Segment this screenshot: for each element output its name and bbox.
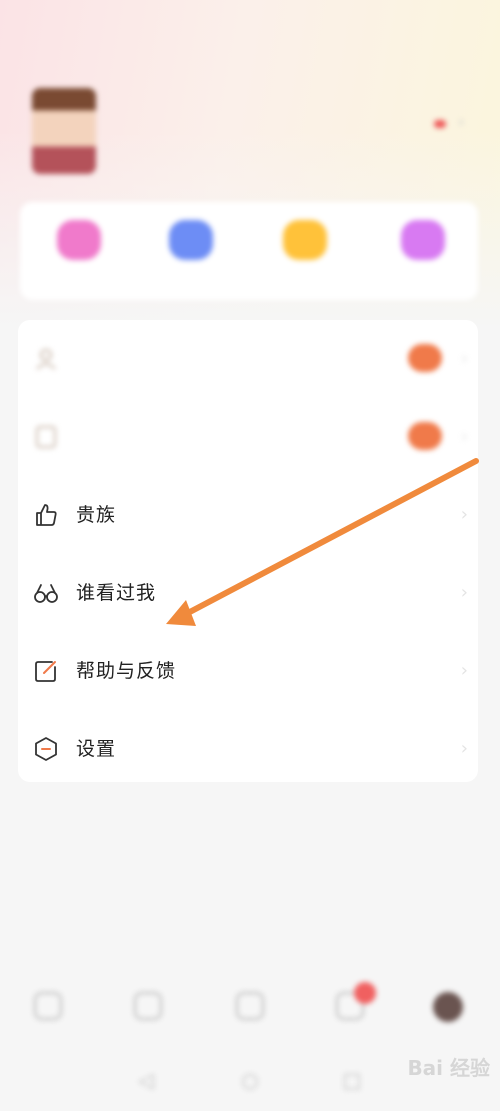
menu-item-nobility[interactable]: 贵族 › — [18, 476, 478, 554]
quick-action-3[interactable] — [270, 220, 340, 266]
menu-item-2[interactable]: › — [18, 398, 478, 476]
thumb-up-icon — [36, 504, 57, 526]
avatar[interactable] — [32, 88, 96, 174]
coin-icon — [283, 220, 327, 260]
chevron-right-icon: › — [460, 504, 468, 525]
status-bar — [0, 0, 500, 36]
menu-item-label: 贵族 — [76, 504, 117, 526]
quick-action-2[interactable] — [156, 220, 226, 266]
tab-messages[interactable] — [320, 982, 380, 1024]
bag-icon — [169, 220, 213, 260]
chevron-right-icon: › — [460, 582, 468, 603]
menu-item-settings[interactable]: 设置 › — [18, 710, 478, 782]
chevron-right-icon: › — [460, 738, 468, 759]
gift-icon — [401, 220, 445, 260]
recents-icon[interactable]: □ — [340, 1068, 364, 1092]
unread-badge — [354, 982, 376, 1004]
menu-item-1[interactable]: › — [18, 320, 478, 398]
tab-me[interactable] — [418, 992, 478, 1026]
chevron-right-icon: › — [460, 660, 468, 681]
menu-item-help-feedback[interactable]: 帮助与反馈 › — [18, 632, 478, 710]
profile-header[interactable]: › — [0, 80, 500, 190]
video-icon — [236, 992, 264, 1020]
status-badge — [408, 422, 442, 450]
chat-icon — [134, 992, 162, 1020]
hexagon-minus-icon — [35, 737, 57, 761]
tab-video[interactable] — [220, 992, 280, 1024]
menu-card: › › 贵族 › 谁看过我 › 帮助与反馈 › 设置 › — [18, 320, 478, 782]
back-icon[interactable]: ◁ — [134, 1068, 158, 1092]
chevron-right-icon[interactable]: › — [458, 112, 464, 131]
portrait-icon — [36, 349, 56, 370]
tab-home[interactable] — [18, 992, 78, 1024]
tab-chat[interactable] — [118, 992, 178, 1024]
chevron-right-icon: › — [460, 426, 468, 447]
chevron-right-icon: › — [460, 348, 468, 369]
notification-dot — [434, 120, 446, 128]
avatar-icon — [433, 992, 463, 1022]
status-badge — [408, 344, 442, 372]
watermark: Bai 经验 — [407, 1056, 490, 1080]
quick-actions-card — [20, 202, 478, 300]
home-icon — [34, 992, 62, 1020]
quick-action-1[interactable] — [44, 220, 114, 266]
bottom-tab-bar — [0, 980, 500, 1050]
edit-icon — [35, 661, 56, 682]
note-icon — [36, 426, 56, 448]
home-circle-icon[interactable]: ○ — [238, 1068, 262, 1092]
quick-action-4[interactable] — [388, 220, 458, 266]
menu-item-label: 设置 — [76, 738, 117, 760]
message-icon — [336, 982, 376, 1020]
menu-item-label: 谁看过我 — [76, 582, 157, 604]
menu-item-visitors[interactable]: 谁看过我 › — [18, 554, 478, 632]
glasses-icon — [34, 584, 58, 603]
menu-item-label: 帮助与反馈 — [76, 660, 177, 682]
heart-icon — [57, 220, 101, 260]
